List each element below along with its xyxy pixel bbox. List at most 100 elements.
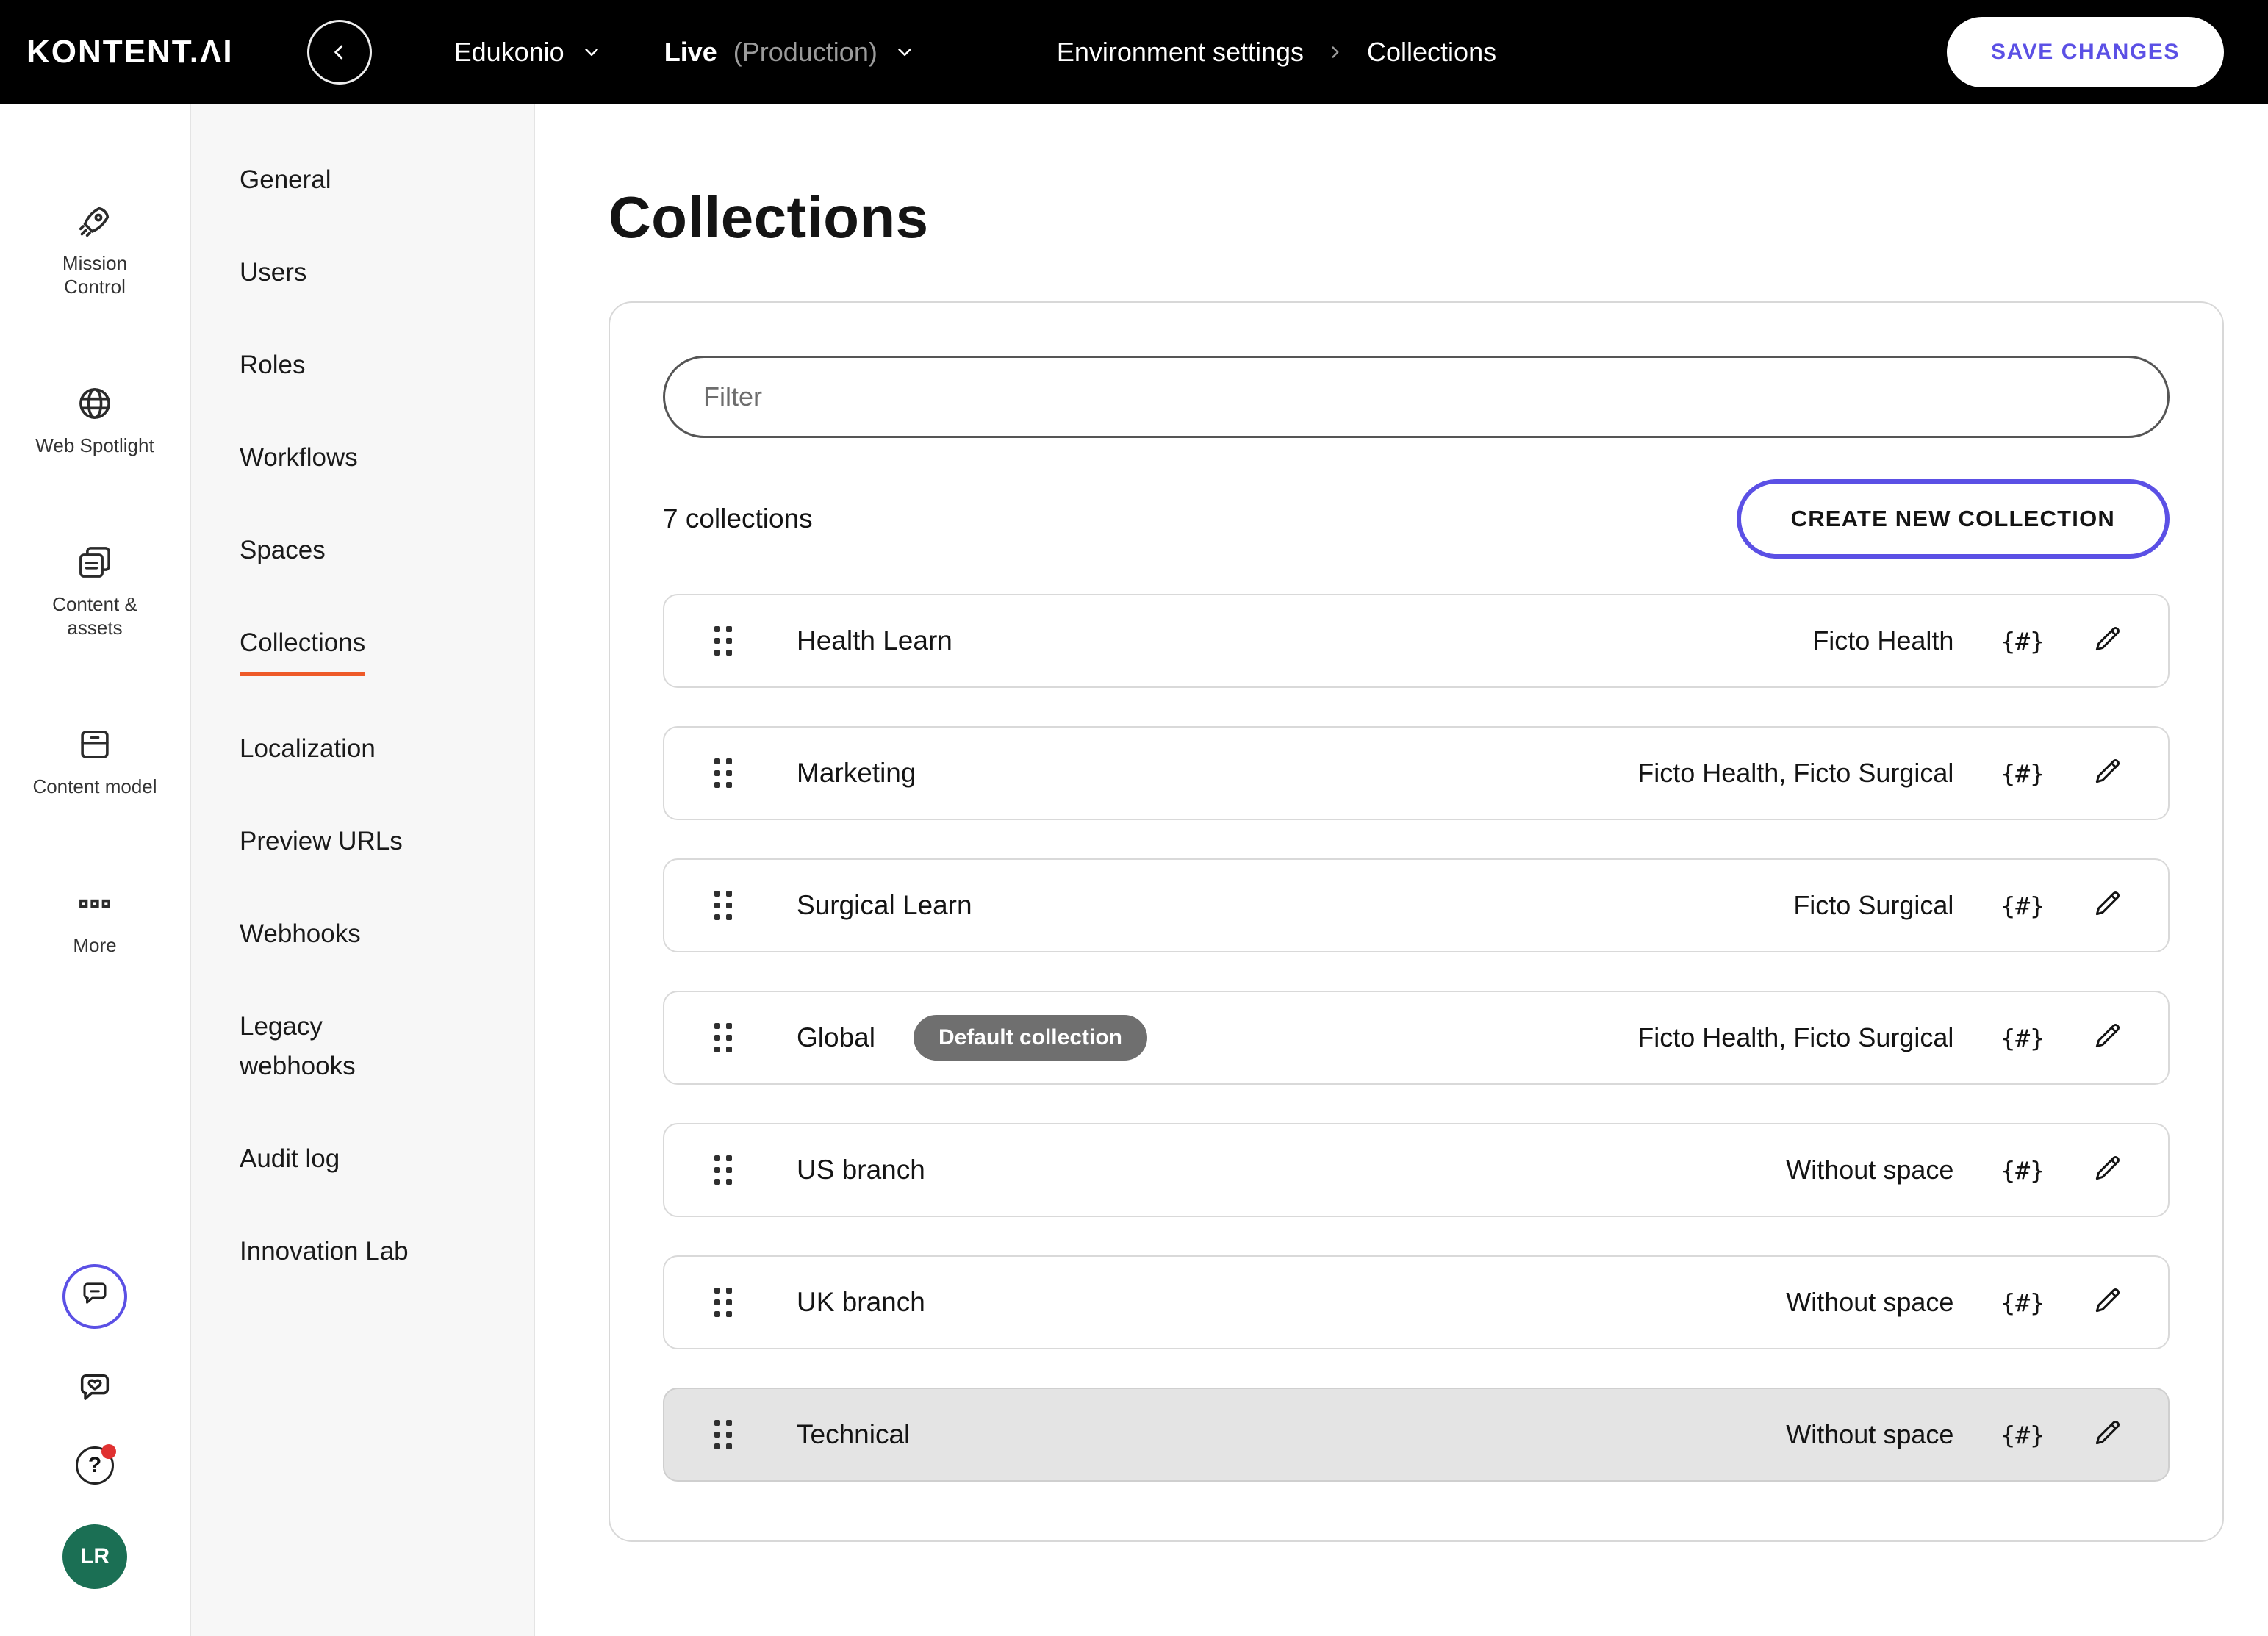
edit-button[interactable] bbox=[2092, 1152, 2124, 1189]
environment-switcher[interactable]: Live (Production) bbox=[664, 37, 916, 68]
nav-item-preview-urls[interactable]: Preview URLs bbox=[240, 822, 504, 861]
chat-icon bbox=[79, 1278, 110, 1315]
drag-handle-icon[interactable] bbox=[714, 1155, 732, 1185]
edit-button[interactable] bbox=[2092, 887, 2124, 925]
chevron-left-icon bbox=[328, 40, 351, 64]
rail-item-label: Mission Control bbox=[62, 252, 128, 298]
rail-item-more[interactable]: More bbox=[73, 883, 117, 957]
nav-item-general[interactable]: General bbox=[240, 160, 504, 200]
collection-name: UK branch bbox=[797, 1287, 925, 1317]
default-collection-badge: Default collection bbox=[913, 1015, 1147, 1061]
filter-input[interactable] bbox=[663, 356, 2170, 438]
codename-button[interactable]: {#} bbox=[2000, 1156, 2045, 1185]
project-switcher[interactable]: Edukonio bbox=[454, 37, 603, 68]
rail-item-content-assets[interactable]: Content & assets bbox=[32, 542, 158, 639]
rail-item-content-model[interactable]: Content model bbox=[32, 725, 157, 798]
collection-spaces: Without space bbox=[1786, 1287, 1954, 1317]
collection-row[interactable]: Surgical Learn Ficto Surgical {#} bbox=[663, 858, 2170, 952]
globe-icon bbox=[75, 384, 115, 423]
collection-row[interactable]: Global Default collection Ficto Health, … bbox=[663, 991, 2170, 1085]
drag-handle-icon[interactable] bbox=[714, 891, 732, 920]
feedback-heart-icon bbox=[76, 1374, 114, 1412]
collection-name: Surgical Learn bbox=[797, 890, 972, 920]
collection-row[interactable]: UK branch Without space {#} bbox=[663, 1255, 2170, 1349]
nav-item-roles[interactable]: Roles bbox=[240, 345, 504, 385]
chevron-down-icon bbox=[581, 41, 603, 63]
rail-bottom: LR bbox=[62, 1264, 127, 1589]
kontent-logo: KONTENT.ΛI bbox=[26, 34, 234, 70]
nav-item-spaces[interactable]: Spaces bbox=[240, 531, 504, 570]
settings-nav: General Users Roles Workflows Spaces Col… bbox=[191, 104, 535, 1636]
edit-button[interactable] bbox=[2092, 755, 2124, 792]
create-new-collection-button[interactable]: CREATE NEW COLLECTION bbox=[1736, 479, 2170, 559]
codename-button[interactable]: {#} bbox=[2000, 891, 2045, 920]
nav-item-innovation-lab[interactable]: Innovation Lab bbox=[240, 1232, 504, 1271]
collection-name: Global bbox=[797, 1022, 875, 1052]
pencil-icon bbox=[2092, 1152, 2124, 1189]
user-avatar[interactable]: LR bbox=[62, 1524, 127, 1589]
more-icon bbox=[75, 883, 115, 923]
edit-button[interactable] bbox=[2092, 1284, 2124, 1321]
breadcrumb-parent[interactable]: Environment settings bbox=[1057, 37, 1304, 68]
rail-item-label: Content model bbox=[32, 775, 157, 797]
rocket-icon bbox=[75, 201, 115, 241]
collection-row[interactable]: Technical Without space {#} bbox=[663, 1388, 2170, 1482]
nav-item-localization[interactable]: Localization bbox=[240, 729, 504, 769]
breadcrumb-current: Collections bbox=[1367, 37, 1497, 67]
nav-item-users[interactable]: Users bbox=[240, 253, 504, 293]
collection-name: Technical bbox=[797, 1419, 911, 1449]
feedback-button[interactable] bbox=[76, 1368, 114, 1407]
content-assets-icon bbox=[75, 542, 115, 582]
drag-handle-icon[interactable] bbox=[714, 1023, 732, 1052]
rail-item-label: More bbox=[73, 934, 117, 956]
collections-list: Health Learn Ficto Health {#} Marketing … bbox=[663, 594, 2170, 1482]
collections-card: 7 collections CREATE NEW COLLECTION Heal… bbox=[609, 301, 2224, 1542]
collapse-sidebar-button[interactable] bbox=[306, 20, 372, 85]
app-rail: Mission Control Web Spotlight Content & … bbox=[0, 104, 191, 1636]
chevron-down-icon bbox=[894, 41, 916, 63]
content-model-icon bbox=[75, 725, 115, 764]
collection-name: Health Learn bbox=[797, 625, 952, 656]
collection-row[interactable]: US branch Without space {#} bbox=[663, 1123, 2170, 1217]
rail-item-label: Web Spotlight bbox=[35, 434, 154, 456]
nav-item-legacy-webhooks[interactable]: Legacy webhooks bbox=[240, 1007, 375, 1086]
edit-button[interactable] bbox=[2092, 1416, 2124, 1454]
pencil-icon bbox=[2092, 1284, 2124, 1321]
nav-item-workflows[interactable]: Workflows bbox=[240, 438, 504, 478]
pencil-icon bbox=[2092, 1019, 2124, 1057]
collection-spaces: Without space bbox=[1786, 1419, 1954, 1449]
drag-handle-icon[interactable] bbox=[714, 1420, 732, 1449]
nav-item-collections[interactable]: Collections bbox=[240, 623, 504, 676]
notification-dot bbox=[101, 1444, 116, 1459]
nav-item-audit-log[interactable]: Audit log bbox=[240, 1139, 504, 1179]
chat-button[interactable] bbox=[62, 1264, 127, 1329]
codename-button[interactable]: {#} bbox=[2000, 1288, 2045, 1317]
collection-name: US branch bbox=[797, 1155, 925, 1185]
edit-button[interactable] bbox=[2092, 623, 2124, 660]
codename-button[interactable]: {#} bbox=[2000, 759, 2045, 788]
rail-item-label: Content & assets bbox=[52, 593, 137, 639]
collection-spaces: Ficto Health, Ficto Surgical bbox=[1637, 1022, 1954, 1052]
collection-spaces: Ficto Surgical bbox=[1793, 890, 1954, 920]
drag-handle-icon[interactable] bbox=[714, 1288, 732, 1317]
pencil-icon bbox=[2092, 623, 2124, 660]
collection-row[interactable]: Health Learn Ficto Health {#} bbox=[663, 594, 2170, 688]
project-name: Edukonio bbox=[453, 37, 564, 67]
save-changes-button[interactable]: SAVE CHANGES bbox=[1946, 17, 2224, 87]
help-button[interactable] bbox=[76, 1444, 116, 1485]
codename-button[interactable]: {#} bbox=[2000, 1421, 2045, 1449]
collection-name: Marketing bbox=[797, 758, 916, 788]
page-title: Collections bbox=[609, 184, 929, 250]
rail-item-web-spotlight[interactable]: Web Spotlight bbox=[35, 384, 154, 457]
rail-item-mission-control[interactable]: Mission Control bbox=[32, 201, 158, 298]
drag-handle-icon[interactable] bbox=[714, 626, 732, 656]
drag-handle-icon[interactable] bbox=[714, 758, 732, 788]
breadcrumb-chevron-icon bbox=[1326, 43, 1345, 62]
edit-button[interactable] bbox=[2092, 1019, 2124, 1057]
codename-button[interactable]: {#} bbox=[2000, 627, 2045, 656]
collection-row[interactable]: Marketing Ficto Health, Ficto Surgical {… bbox=[663, 726, 2170, 820]
pencil-icon bbox=[2092, 887, 2124, 925]
collections-toolbar: 7 collections CREATE NEW COLLECTION bbox=[663, 479, 2170, 559]
codename-button[interactable]: {#} bbox=[2000, 1024, 2045, 1052]
nav-item-webhooks[interactable]: Webhooks bbox=[240, 914, 504, 954]
